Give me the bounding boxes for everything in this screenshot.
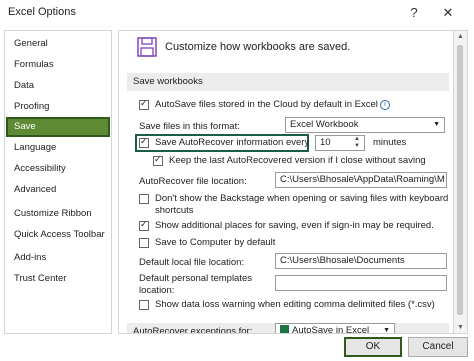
default-local-label: Default local file location: (139, 257, 245, 268)
options-content: Customize how workbooks are saved. Save … (118, 30, 454, 334)
sidebar-item-formulas[interactable]: Formulas (6, 55, 110, 75)
autorecover-exceptions-label: AutoRecover exceptions for: (133, 326, 253, 334)
save-icon (137, 37, 157, 57)
close-button[interactable]: ✕ (436, 3, 460, 23)
sidebar-item-proofing[interactable]: Proofing (6, 97, 110, 117)
section-save-workbooks: Save workbooks (127, 73, 449, 91)
default-local-input[interactable]: C:\Users\Bhosale\Documents (275, 253, 447, 269)
sidebar-item-data[interactable]: Data (6, 76, 110, 96)
exceptions-workbook-select[interactable]: AutoSave in Excel ▼ (275, 323, 395, 334)
save-to-computer-checkbox[interactable] (139, 238, 149, 248)
info-icon[interactable]: i (379, 100, 390, 110)
save-to-computer-label: Save to Computer by default (155, 237, 276, 248)
autorecover-label: Save AutoRecover information every (155, 137, 310, 148)
exceptions-workbook-value: AutoSave in Excel (292, 325, 370, 334)
dont-show-backstage-checkbox[interactable] (139, 194, 149, 204)
sidebar-item-general[interactable]: General (6, 34, 110, 54)
save-format-value: Excel Workbook (290, 119, 359, 130)
spinner-icon[interactable]: ▲ ▼ (354, 136, 362, 150)
sidebar: General Formulas Data Proofing Save Lang… (4, 30, 112, 334)
sidebar-item-quick-access-toolbar[interactable]: Quick Access Toolbar (6, 225, 110, 245)
default-personal-input[interactable] (275, 275, 447, 291)
scroll-down-icon[interactable]: ▼ (457, 324, 464, 331)
autorecover-minutes-input[interactable]: 10 ▲ ▼ (315, 135, 365, 151)
excel-icon (280, 325, 289, 333)
save-format-label: Save files in this format: (139, 121, 240, 132)
window-title: Excel Options (8, 6, 76, 18)
default-personal-label: Default personal templates location: (139, 273, 253, 296)
chevron-down-icon: ▼ (433, 121, 440, 128)
save-format-select[interactable]: Excel Workbook ▼ (285, 117, 445, 133)
autosave-cloud-label: AutoSave files stored in the Cloud by de… (155, 99, 378, 110)
title-bar: Excel Options ? ✕ (0, 0, 474, 26)
sidebar-item-customize-ribbon[interactable]: Customize Ribbon (6, 204, 110, 224)
page-header: Customize how workbooks are saved. (165, 41, 351, 53)
keep-last-label: Keep the last AutoRecovered version if I… (169, 155, 426, 166)
autorecover-checkbox[interactable] (139, 136, 149, 148)
keep-last-checkbox[interactable] (153, 154, 163, 166)
show-data-loss-checkbox[interactable] (139, 300, 149, 310)
autorecover-location-input[interactable]: C:\Users\Bhosale\AppData\Roaming\M (275, 172, 447, 188)
show-additional-places-label: Show additional places for saving, even … (155, 220, 434, 231)
sidebar-item-add-ins[interactable]: Add-ins (6, 248, 110, 268)
autorecover-location-label: AutoRecover file location: (139, 176, 247, 187)
scroll-up-icon[interactable]: ▲ (457, 33, 464, 40)
scroll-thumb[interactable] (457, 45, 463, 315)
cancel-button[interactable]: Cancel (408, 337, 468, 357)
help-button[interactable]: ? (404, 3, 424, 23)
minutes-label: minutes (373, 137, 407, 148)
show-data-loss-label: Show data loss warning when editing comm… (155, 299, 435, 310)
ok-button[interactable]: OK (344, 337, 402, 357)
sidebar-item-trust-center[interactable]: Trust Center (6, 269, 110, 289)
sidebar-item-accessibility[interactable]: Accessibility (6, 159, 110, 179)
dont-show-backstage-label: Don't show the Backstage when opening or… (155, 193, 449, 216)
sidebar-item-advanced[interactable]: Advanced (6, 180, 110, 200)
autorecover-minutes-value: 10 (320, 137, 331, 148)
sidebar-item-language[interactable]: Language (6, 138, 110, 158)
vertical-scrollbar[interactable]: ▲ ▼ (454, 30, 468, 334)
chevron-down-icon: ▼ (383, 327, 390, 334)
sidebar-item-save[interactable]: Save (6, 117, 110, 137)
show-additional-places-checkbox[interactable] (139, 219, 149, 231)
autosave-cloud-checkbox[interactable] (139, 98, 149, 110)
